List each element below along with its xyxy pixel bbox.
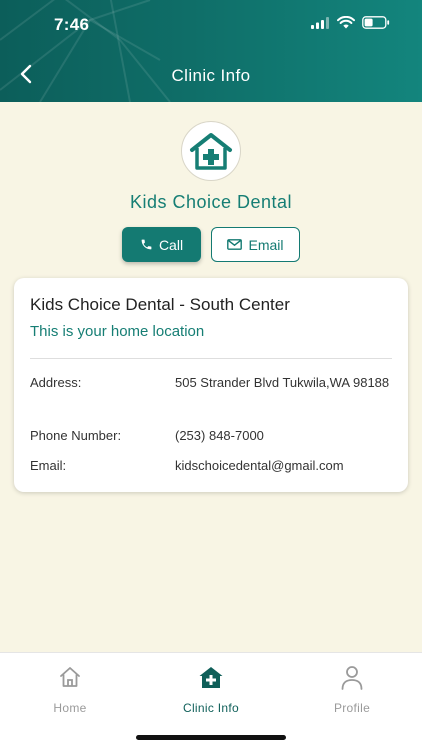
email-button[interactable]: Email xyxy=(211,227,300,262)
page-title: Clinic Info xyxy=(171,66,251,85)
phone-icon xyxy=(141,239,152,250)
phone-label: Phone Number: xyxy=(30,428,122,443)
card-divider xyxy=(30,358,392,359)
location-name: Kids Choice Dental - South Center xyxy=(30,295,290,314)
tab-clinic-info[interactable]: Clinic Info xyxy=(161,663,261,715)
envelope-icon xyxy=(227,239,243,250)
tab-profile-label: Profile xyxy=(333,701,371,715)
tab-clinic-info-label: Clinic Info xyxy=(183,701,239,715)
address-value: 505 Strander Blvd Tukwila,WA 98188 xyxy=(175,375,390,390)
home-indicator xyxy=(136,735,286,740)
app-header: 7:46 Clinic Info xyxy=(0,0,422,102)
clinic-logo xyxy=(181,121,241,181)
call-button[interactable]: Call xyxy=(122,227,201,262)
wifi-icon xyxy=(337,16,355,29)
email-button-label: Email xyxy=(248,236,284,253)
contact-actions: Call Email xyxy=(122,227,300,262)
clinic-icon xyxy=(199,667,223,688)
email-label: Email: xyxy=(30,458,67,473)
home-location-note: This is your home location xyxy=(30,323,205,340)
profile-icon xyxy=(341,666,363,690)
clinic-name: Kids Choice Dental xyxy=(129,192,293,212)
tab-home-label: Home xyxy=(53,701,87,715)
home-icon xyxy=(60,667,80,687)
cellular-signal-icon xyxy=(311,16,329,29)
clinic-house-icon xyxy=(190,133,232,170)
battery-icon xyxy=(362,16,390,29)
status-time: 7:46 xyxy=(54,15,90,34)
email-value[interactable]: kidschoicedental@gmail.com xyxy=(175,455,390,476)
phone-value[interactable]: (253) 848-7000 xyxy=(175,425,390,446)
address-label: Address: xyxy=(30,375,82,390)
clinic-info-card: Kids Choice Dental - South Center This i… xyxy=(14,278,408,492)
tab-home[interactable]: Home xyxy=(20,663,120,715)
call-button-label: Call xyxy=(158,236,184,253)
status-icons xyxy=(311,16,390,29)
tab-profile[interactable]: Profile xyxy=(302,663,402,715)
